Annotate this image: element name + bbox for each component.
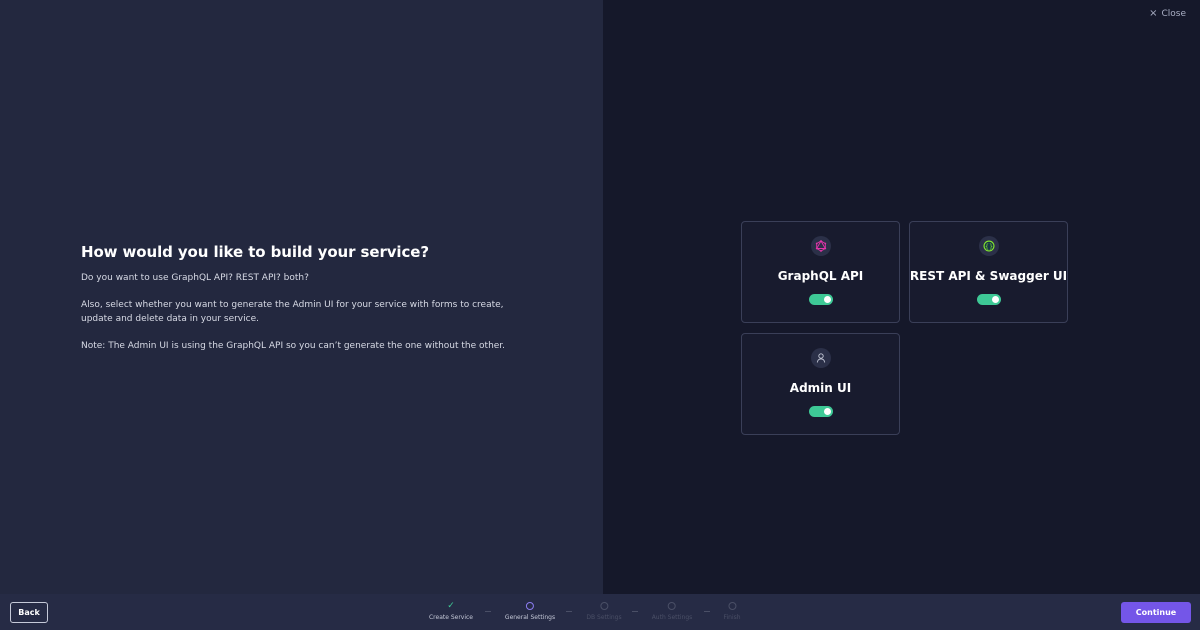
step-separator: [632, 611, 638, 612]
step-circle-icon: [728, 602, 736, 610]
step-label: DB Settings: [586, 614, 622, 621]
wizard-footer: Back ✓ Create Service General Settings D…: [0, 594, 1200, 630]
step-circle-icon: [668, 602, 676, 610]
step-label: Create Service: [428, 614, 474, 621]
user-icon: [810, 348, 831, 368]
step-separator: [566, 611, 572, 612]
check-icon: ✓: [447, 601, 455, 611]
toggle-knob: [823, 408, 831, 415]
option-card-admin-ui[interactable]: Admin UI: [741, 333, 900, 435]
back-button[interactable]: Back: [10, 602, 48, 623]
close-button[interactable]: × Close: [1149, 8, 1186, 20]
toggle-knob: [823, 296, 831, 303]
intro-paragraph: Note: The Admin UI is using the GraphQL …: [81, 341, 506, 351]
step-separator: [485, 611, 491, 612]
close-icon: ×: [1149, 8, 1158, 19]
option-label: GraphQL API: [777, 269, 864, 283]
swagger-icon: {}: [978, 236, 999, 256]
step-auth-settings: Auth Settings: [651, 602, 693, 621]
options-panel: × Close GraphQL API {} REST API & Swagge…: [603, 0, 1200, 594]
step-label: General Settings: [504, 614, 556, 621]
step-finish: Finish: [723, 602, 741, 621]
step-label: Finish: [723, 614, 741, 621]
step-circle-icon: [525, 602, 534, 610]
option-label: Admin UI: [789, 381, 852, 395]
close-label: Close: [1161, 9, 1186, 19]
intro-panel: How would you like to build your service…: [0, 0, 603, 594]
step-create-service: ✓ Create Service: [428, 601, 474, 622]
step-label: Auth Settings: [651, 614, 693, 621]
option-label: REST API & Swagger UI: [909, 269, 1068, 283]
intro-content: How would you like to build your service…: [81, 243, 531, 353]
svg-text:{}: {}: [984, 242, 992, 250]
graphql-icon: [810, 236, 831, 256]
continue-button[interactable]: Continue: [1121, 602, 1191, 623]
rest-toggle[interactable]: [976, 294, 1001, 305]
intro-paragraph: Also, select whether you want to generat…: [81, 300, 504, 324]
graphql-toggle[interactable]: [808, 294, 833, 305]
step-separator: [704, 611, 710, 612]
option-card-graphql[interactable]: GraphQL API: [741, 221, 900, 323]
step-db-settings: DB Settings: [586, 602, 622, 621]
step-circle-icon: [599, 602, 608, 610]
page-title: How would you like to build your service…: [81, 243, 429, 261]
toggle-knob: [991, 296, 999, 303]
intro-paragraph: Do you want to use GraphQL API? REST API…: [81, 273, 309, 283]
admin-ui-toggle[interactable]: [808, 406, 833, 417]
option-card-rest[interactable]: {} REST API & Swagger UI: [909, 221, 1068, 323]
step-general-settings: General Settings: [505, 602, 555, 621]
